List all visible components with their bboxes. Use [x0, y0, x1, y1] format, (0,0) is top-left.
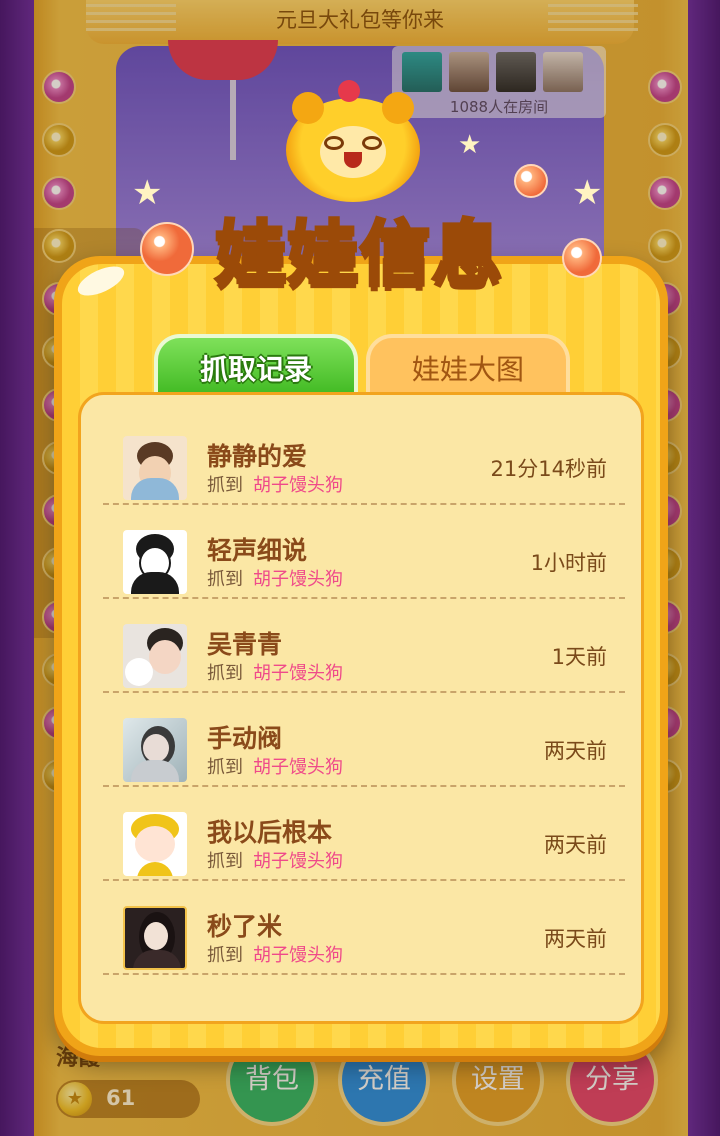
list-item[interactable]: 吴青青 抓到 胡子馒头狗 1天前: [103, 597, 625, 693]
doll-name[interactable]: 胡子馒头狗: [253, 565, 343, 591]
doll-name[interactable]: 胡子馒头狗: [253, 941, 343, 967]
player-name: 我以后根本: [207, 818, 333, 847]
tab-grab-records[interactable]: 抓取记录: [154, 334, 358, 398]
record-time: 两天前: [544, 927, 607, 951]
mascot-face: [320, 126, 386, 178]
bear-mascot-icon: [286, 80, 420, 202]
record-time: 两天前: [544, 739, 607, 763]
record-time: 1天前: [551, 645, 607, 669]
avatar[interactable]: [123, 624, 187, 688]
list-item[interactable]: 静静的爱 抓到 胡子馒头狗 21分14秒前: [103, 409, 625, 505]
list-item[interactable]: 秒了米 抓到 胡子馒头狗 两天前: [103, 879, 625, 975]
doll-name[interactable]: 胡子馒头狗: [253, 471, 343, 497]
action-label: 抓到: [207, 475, 243, 496]
action-label: 抓到: [207, 757, 243, 778]
avatar[interactable]: [123, 812, 187, 876]
record-time: 两天前: [544, 833, 607, 857]
tab-doll-image[interactable]: 娃娃大图: [366, 334, 570, 398]
player-name: 轻声细说: [207, 536, 308, 565]
doll-name[interactable]: 胡子馒头狗: [253, 753, 343, 779]
mascot-hat: [338, 80, 360, 102]
mascot-ear: [292, 92, 324, 124]
modal-title: 娃娃信息: [214, 211, 504, 297]
player-name: 静静的爱: [207, 442, 308, 471]
action-label: 抓到: [207, 851, 243, 872]
mascot-ear: [382, 92, 414, 124]
list-item[interactable]: 轻声细说 抓到 胡子馒头狗 1小时前: [103, 503, 625, 599]
avatar[interactable]: [123, 718, 187, 782]
action-label: 抓到: [207, 569, 243, 590]
player-name: 秒了米: [207, 912, 283, 941]
doll-name[interactable]: 胡子馒头狗: [253, 847, 343, 873]
list-item[interactable]: 我以后根本 抓到 胡子馒头狗 两天前: [103, 785, 625, 881]
action-label: 抓到: [207, 663, 243, 684]
mascot-eye: [324, 136, 344, 150]
record-time: 21分14秒前: [490, 457, 607, 481]
candy-icon: [514, 164, 548, 198]
action-label: 抓到: [207, 945, 243, 966]
avatar[interactable]: [123, 530, 187, 594]
player-name: 手动阀: [207, 724, 283, 753]
avatar[interactable]: [123, 906, 187, 970]
star-icon: ★: [458, 130, 482, 160]
mascot-eye: [362, 136, 382, 150]
avatar[interactable]: [123, 436, 187, 500]
doll-name[interactable]: 胡子馒头狗: [253, 659, 343, 685]
grab-records-list[interactable]: 静静的爱 抓到 胡子馒头狗 21分14秒前 轻声细说 抓到 胡子馒头狗 1小时前…: [78, 392, 644, 1024]
record-time: 1小时前: [530, 551, 607, 575]
list-item[interactable]: 手动阀 抓到 胡子馒头狗 两天前: [103, 691, 625, 787]
player-name: 吴青青: [207, 630, 283, 659]
mascot-mouth: [344, 152, 362, 168]
